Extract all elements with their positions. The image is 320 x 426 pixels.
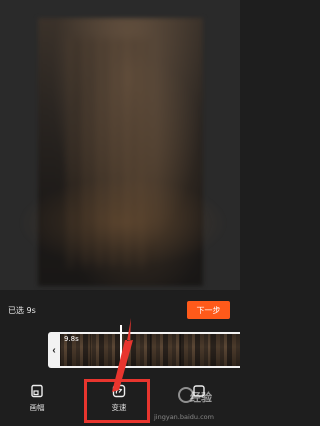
watermark-url: jingyan.baidu.com xyxy=(154,413,214,421)
annotation-arrow xyxy=(112,318,133,392)
clip-duration: 9.8s xyxy=(64,335,79,343)
baidu-jingyan-watermark: 经验 jingyan.baidu.com xyxy=(152,383,238,425)
watermark-text: 经验 xyxy=(190,391,212,404)
